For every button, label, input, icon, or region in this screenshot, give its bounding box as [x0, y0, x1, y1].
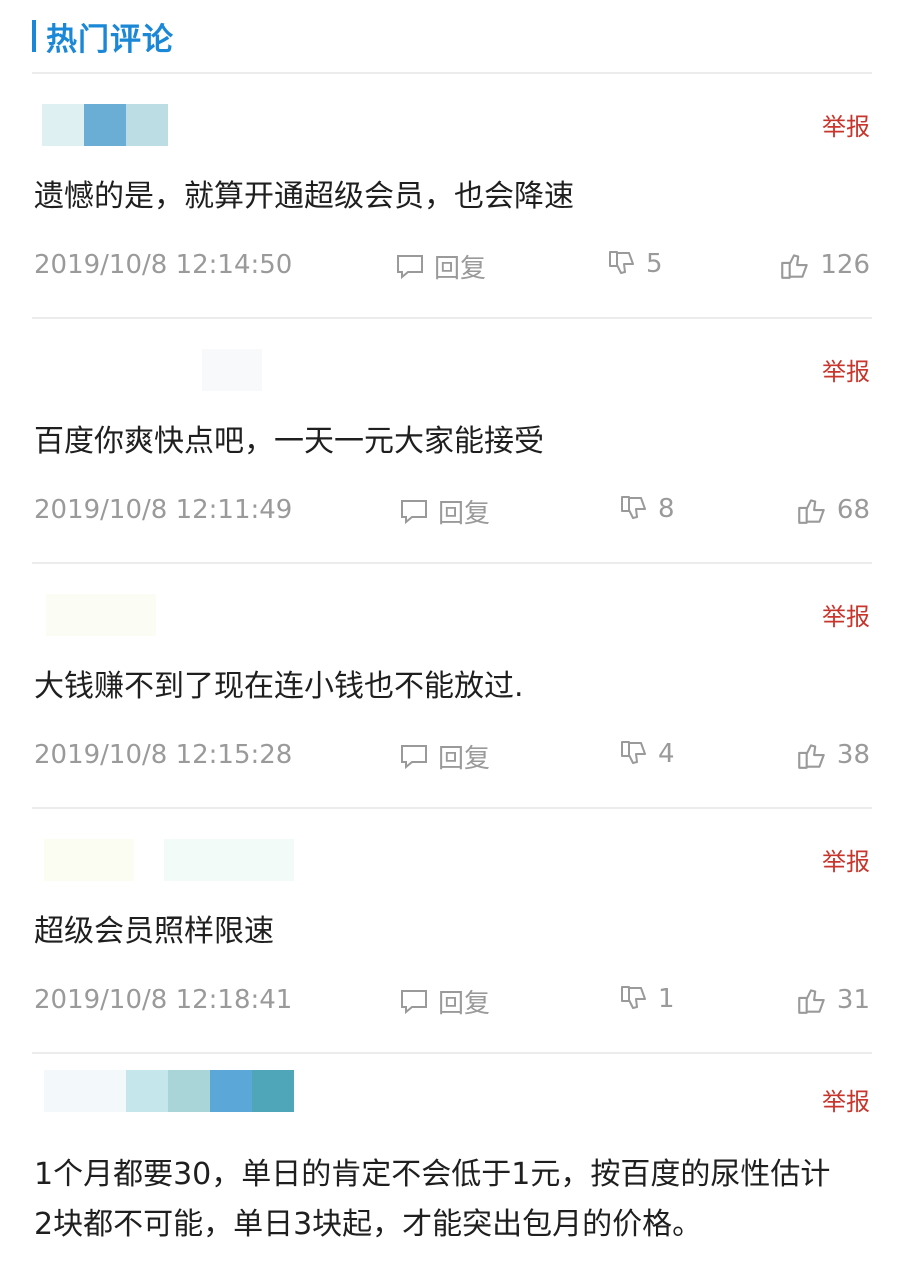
divider — [32, 317, 872, 319]
thumbs-down-icon — [606, 248, 638, 280]
username-blurred — [32, 104, 432, 148]
thumbs-down-icon — [618, 738, 650, 770]
username-blurred — [32, 839, 432, 883]
reply-label: 回复 — [438, 499, 491, 529]
report-link[interactable]: 举报 — [822, 597, 870, 632]
comment-text-line: 2块都不可能，单日3块起，才能突出包月的价格。 — [34, 1207, 703, 1242]
thumbs-up-icon — [795, 493, 829, 527]
timestamp: 2019/10/8 12:14:50 — [34, 250, 293, 280]
thumbs-down-icon — [618, 983, 650, 1015]
like-button[interactable]: 31 — [795, 983, 870, 1017]
dislike-button[interactable]: 4 — [618, 738, 675, 770]
username-blurred — [32, 349, 432, 393]
comment-meta: 2019/10/8 12:15:28 回复 4 38 — [32, 736, 872, 776]
divider — [32, 807, 872, 809]
reply-button[interactable]: 回复 — [394, 248, 486, 285]
reply-button[interactable]: 回复 — [398, 493, 490, 530]
thumbs-down-icon — [618, 493, 650, 525]
comment-text: 1个月都要30，单日的肯定不会低于1元，按百度的尿性估计 2块都不可能，单日3块… — [34, 1150, 870, 1250]
section-accent-bar — [32, 20, 36, 52]
comment-text: 遗憾的是，就算开通超级会员，也会降速 — [34, 179, 574, 214]
comment-icon — [394, 251, 426, 283]
dislike-count: 1 — [658, 984, 675, 1014]
dislike-count: 4 — [658, 739, 675, 769]
dislike-button[interactable]: 5 — [606, 248, 663, 280]
like-count: 38 — [836, 740, 870, 770]
reply-button[interactable]: 回复 — [398, 983, 490, 1020]
dislike-count: 5 — [646, 249, 663, 279]
dislike-button[interactable]: 1 — [618, 983, 675, 1015]
section-header: 热门评论 — [32, 14, 174, 58]
username-blurred — [32, 1070, 432, 1114]
reply-label: 回复 — [438, 989, 491, 1019]
comment-icon — [398, 741, 430, 773]
timestamp: 2019/10/8 12:11:49 — [34, 495, 293, 525]
reply-label: 回复 — [438, 744, 491, 774]
username-blurred — [32, 594, 432, 638]
comment-text: 大钱赚不到了现在连小钱也不能放过. — [34, 669, 524, 704]
thumbs-up-icon — [795, 983, 829, 1017]
timestamp: 2019/10/8 12:18:41 — [34, 985, 293, 1015]
comment-text-line: 1个月都要30，单日的肯定不会低于1元，按百度的尿性估计 — [34, 1157, 831, 1192]
reply-button[interactable]: 回复 — [398, 738, 490, 775]
divider — [32, 72, 872, 74]
reply-label: 回复 — [434, 254, 487, 284]
comment-meta: 2019/10/8 12:14:50 回复 5 126 — [32, 246, 872, 286]
report-link[interactable]: 举报 — [822, 842, 870, 877]
section-title: 热门评论 — [46, 21, 174, 58]
comment-icon — [398, 496, 430, 528]
like-button[interactable]: 126 — [778, 248, 870, 282]
like-count: 31 — [836, 985, 870, 1015]
report-link[interactable]: 举报 — [822, 107, 870, 142]
thumbs-up-icon — [778, 248, 812, 282]
comment-meta: 2019/10/8 12:11:49 回复 8 68 — [32, 491, 872, 531]
comment-text: 百度你爽快点吧，一天一元大家能接受 — [34, 424, 544, 459]
like-button[interactable]: 38 — [795, 738, 870, 772]
report-link[interactable]: 举报 — [822, 1082, 870, 1117]
thumbs-up-icon — [795, 738, 829, 772]
like-button[interactable]: 68 — [795, 493, 870, 527]
divider — [32, 562, 872, 564]
timestamp: 2019/10/8 12:15:28 — [34, 740, 293, 770]
dislike-button[interactable]: 8 — [618, 493, 675, 525]
comment-icon — [398, 986, 430, 1018]
like-count: 68 — [836, 495, 870, 525]
comment-text: 超级会员照样限速 — [34, 914, 274, 949]
like-count: 126 — [820, 250, 870, 280]
divider — [32, 1052, 872, 1054]
dislike-count: 8 — [658, 494, 675, 524]
comment-meta: 2019/10/8 12:18:41 回复 1 31 — [32, 981, 872, 1021]
report-link[interactable]: 举报 — [822, 352, 870, 387]
